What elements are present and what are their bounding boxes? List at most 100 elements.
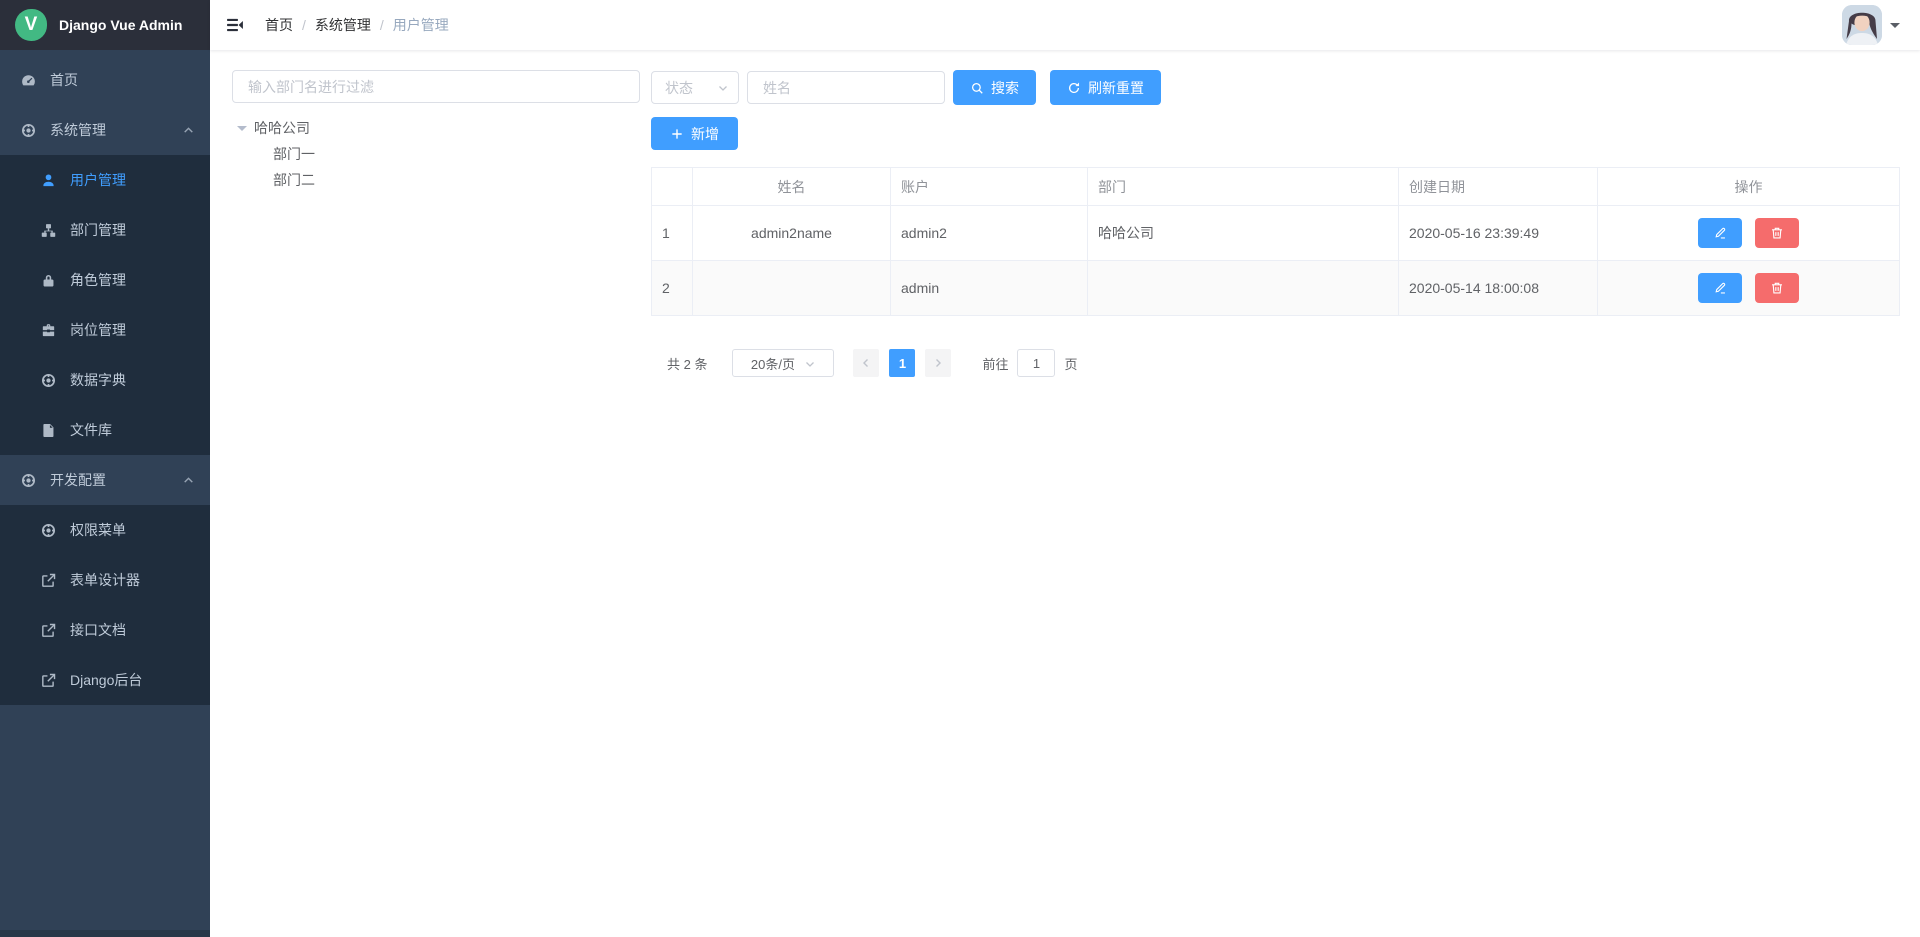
main-content: 哈哈公司 部门一 部门二 状态 搜索 [210, 50, 1920, 937]
edit-button[interactable] [1698, 218, 1742, 248]
breadcrumb-current: 用户管理 [393, 15, 449, 35]
sidebar-item-users[interactable]: 用户管理 [0, 155, 210, 205]
header-account: 账户 [891, 168, 1088, 206]
sidebar-section-system[interactable]: 系统管理 [0, 105, 210, 155]
refresh-reset-button[interactable]: 刷新重置 [1050, 70, 1161, 105]
avatar[interactable] [1842, 5, 1882, 45]
tree-node-root[interactable]: 哈哈公司 [232, 115, 640, 141]
goto-label: 前往 [982, 354, 1008, 373]
sidebar-item-label: 接口文档 [70, 620, 126, 640]
sidebar-item-form-designer[interactable]: 表单设计器 [0, 555, 210, 605]
delete-button[interactable] [1755, 218, 1799, 248]
chevron-down-icon [804, 358, 816, 370]
cell-actions [1598, 261, 1900, 316]
sidebar-item-label: 岗位管理 [70, 320, 126, 340]
search-button[interactable]: 搜索 [953, 70, 1036, 105]
department-filter-input[interactable] [232, 70, 640, 103]
sidebar-item-label: 用户管理 [70, 170, 126, 190]
sidebar-item-label: 部门管理 [70, 220, 126, 240]
plus-icon [670, 127, 684, 141]
breadcrumb-separator: / [302, 17, 306, 33]
caret-down-icon [1890, 23, 1900, 33]
logo-bar: V Django Vue Admin [0, 0, 210, 50]
delete-icon [1770, 281, 1784, 295]
sidebar-item-label: Django后台 [70, 670, 142, 690]
table-row: 2 admin 2020-05-14 18:00:08 [652, 261, 1900, 316]
sidebar-item-django-admin[interactable]: Django后台 [0, 655, 210, 705]
header-department: 部门 [1088, 168, 1399, 206]
sidebar-item-permission-menu[interactable]: 权限菜单 [0, 505, 210, 555]
refresh-reset-label: 刷新重置 [1088, 78, 1144, 98]
tree-node-label: 哈哈公司 [254, 118, 310, 138]
sidebar-item-roles[interactable]: 角色管理 [0, 255, 210, 305]
chevron-up-icon [182, 474, 195, 487]
delete-button[interactable] [1755, 273, 1799, 303]
add-user-button[interactable]: 新增 [651, 117, 738, 150]
sidebar-section-dev[interactable]: 开发配置 [0, 455, 210, 505]
goto-page-input[interactable] [1017, 349, 1055, 377]
briefcase-icon [40, 322, 57, 339]
header-index [652, 168, 693, 206]
pagination: 共 2 条 20条/页 1 前往 页 [667, 349, 1078, 377]
hamburger-icon[interactable] [225, 15, 245, 35]
caret-down-icon[interactable] [237, 126, 247, 136]
department-tree: 哈哈公司 部门一 部门二 [232, 115, 640, 193]
delete-icon [1770, 226, 1784, 240]
document-icon [40, 422, 57, 439]
user-menu[interactable] [1842, 5, 1900, 45]
page-unit-label: 页 [1064, 354, 1077, 373]
pagination-total: 共 2 条 [667, 354, 707, 373]
cell-department: 哈哈公司 [1088, 206, 1399, 261]
prev-page-button[interactable] [853, 349, 879, 377]
sidebar-section-label: 系统管理 [50, 120, 106, 140]
sidebar-item-api-docs[interactable]: 接口文档 [0, 605, 210, 655]
vue-logo: V [15, 9, 47, 41]
chevron-left-icon [860, 357, 872, 369]
table-header-row: 姓名 账户 部门 创建日期 操作 [652, 168, 1900, 206]
external-link-icon [40, 672, 57, 689]
cell-index: 1 [652, 206, 693, 261]
search-icon [970, 81, 984, 95]
breadcrumb-home[interactable]: 首页 [265, 15, 293, 35]
sidebar-menu: 首页 系统管理 用户管理 部门管理 [0, 50, 210, 705]
page-size-value: 20条/页 [751, 354, 795, 373]
breadcrumb: 首页 / 系统管理 / 用户管理 [265, 15, 449, 35]
tree-node-child[interactable]: 部门二 [232, 167, 640, 193]
external-link-icon [40, 622, 57, 639]
sidebar-item-label: 首页 [50, 70, 78, 90]
sidebar-item-label: 角色管理 [70, 270, 126, 290]
page-size-select[interactable]: 20条/页 [732, 349, 834, 377]
tree-node-label: 部门二 [273, 170, 315, 190]
cell-created: 2020-05-14 18:00:08 [1399, 261, 1598, 316]
page-number-1[interactable]: 1 [889, 349, 915, 377]
department-panel: 哈哈公司 部门一 部门二 [232, 70, 640, 193]
header-name: 姓名 [693, 168, 891, 206]
name-search-input[interactable] [747, 71, 945, 104]
sidebar-item-positions[interactable]: 岗位管理 [0, 305, 210, 355]
sidebar-item-label: 权限菜单 [70, 520, 126, 540]
breadcrumb-system[interactable]: 系统管理 [315, 15, 371, 35]
cell-account: admin [891, 261, 1088, 316]
sidebar-item-files[interactable]: 文件库 [0, 405, 210, 455]
sidebar-item-home[interactable]: 首页 [0, 55, 210, 105]
add-button-label: 新增 [691, 124, 719, 144]
cell-department [1088, 261, 1399, 316]
chevron-up-icon [182, 124, 195, 137]
tree-node-child[interactable]: 部门一 [232, 141, 640, 167]
tree-node-label: 部门一 [273, 144, 315, 164]
sidebar-item-departments[interactable]: 部门管理 [0, 205, 210, 255]
edit-icon [1713, 226, 1727, 240]
status-select[interactable]: 状态 [651, 71, 739, 104]
system-submenu: 用户管理 部门管理 角色管理 岗位管理 [0, 155, 210, 455]
edit-button[interactable] [1698, 273, 1742, 303]
next-page-button[interactable] [925, 349, 951, 377]
user-icon [40, 172, 57, 189]
org-tree-icon [40, 222, 57, 239]
app-title: Django Vue Admin [59, 17, 182, 33]
sidebar-item-label: 表单设计器 [70, 570, 140, 590]
header-actions: 操作 [1598, 168, 1900, 206]
component-icon [20, 472, 37, 489]
filter-row: 状态 搜索 刷新重置 [651, 70, 1900, 105]
sidebar-item-dictionary[interactable]: 数据字典 [0, 355, 210, 405]
dev-submenu: 权限菜单 表单设计器 接口文档 Django后台 [0, 505, 210, 705]
